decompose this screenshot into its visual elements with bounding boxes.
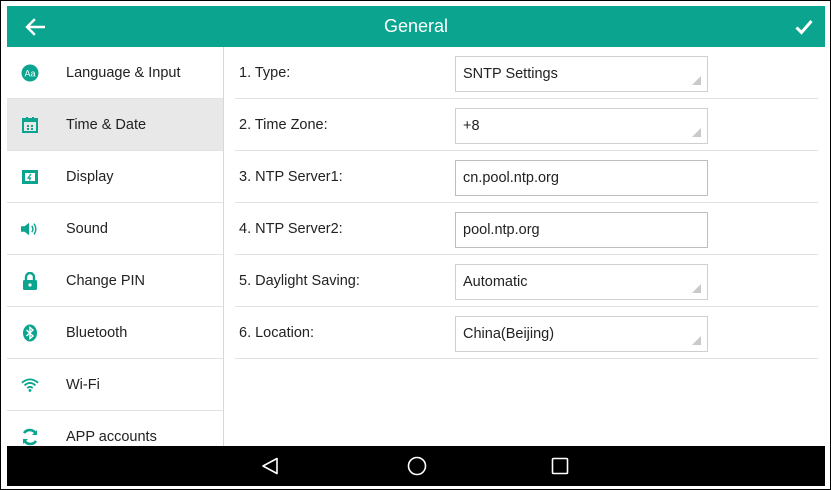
setting-label: 4. NTP Server2: bbox=[239, 221, 343, 237]
settings-sidebar: Aa Language & Input Time & Date Display … bbox=[7, 47, 224, 446]
setting-label: 1. Type: bbox=[239, 65, 291, 81]
dropdown-corner-icon bbox=[692, 284, 701, 293]
display-icon bbox=[21, 168, 39, 186]
settings-panel: 1. Type: SNTP Settings 2. Time Zone: +8 … bbox=[225, 47, 825, 446]
select-value: SNTP Settings bbox=[463, 66, 558, 82]
sidebar-item-change-pin[interactable]: Change PIN bbox=[7, 255, 223, 307]
sidebar-item-label: Time & Date bbox=[66, 116, 147, 133]
select-value: +8 bbox=[463, 118, 480, 134]
sidebar-item-language-input[interactable]: Aa Language & Input bbox=[7, 47, 223, 99]
page-title: General bbox=[383, 16, 449, 36]
sidebar-item-label: Wi-Fi bbox=[66, 376, 100, 393]
system-nav-bar bbox=[7, 446, 825, 486]
sidebar-item-label: Sound bbox=[66, 220, 108, 237]
sidebar-item-label: Change PIN bbox=[66, 272, 145, 289]
checkmark-icon bbox=[795, 19, 813, 35]
dropdown-corner-icon bbox=[692, 128, 701, 137]
location-select[interactable]: China(Beijing) bbox=[455, 316, 708, 352]
setting-row-time-zone: 2. Time Zone: +8 bbox=[235, 99, 818, 151]
time-zone-select[interactable]: +8 bbox=[455, 108, 708, 144]
setting-row-ntp-server1: 3. NTP Server1: cn.pool.ntp.org bbox=[235, 151, 818, 203]
sync-icon bbox=[21, 428, 39, 446]
calendar-icon bbox=[21, 116, 39, 134]
language-icon: Aa bbox=[21, 64, 39, 82]
sidebar-item-label: APP accounts bbox=[66, 428, 157, 445]
bluetooth-icon bbox=[21, 324, 39, 342]
sidebar-item-label: Language & Input bbox=[66, 64, 181, 81]
ntp-server2-input[interactable]: pool.ntp.org bbox=[455, 212, 708, 248]
ntp-server1-input[interactable]: cn.pool.ntp.org bbox=[455, 160, 708, 196]
sidebar-item-wifi[interactable]: Wi-Fi bbox=[7, 359, 223, 411]
setting-row-ntp-server2: 4. NTP Server2: pool.ntp.org bbox=[235, 203, 818, 255]
daylight-saving-select[interactable]: Automatic bbox=[455, 264, 708, 300]
sidebar-item-time-date[interactable]: Time & Date bbox=[7, 99, 223, 151]
setting-label: 5. Daylight Saving: bbox=[239, 273, 360, 289]
setting-row-type: 1. Type: SNTP Settings bbox=[235, 47, 818, 99]
save-button[interactable] bbox=[789, 6, 819, 47]
type-select[interactable]: SNTP Settings bbox=[455, 56, 708, 92]
square-recent-icon bbox=[551, 457, 569, 475]
setting-label: 2. Time Zone: bbox=[239, 117, 328, 133]
nav-recent-button[interactable] bbox=[540, 446, 580, 486]
sidebar-item-app-accounts[interactable]: APP accounts bbox=[7, 411, 223, 446]
sidebar-item-sound[interactable]: Sound bbox=[7, 203, 223, 255]
nav-back-button[interactable] bbox=[250, 446, 290, 486]
speaker-icon bbox=[21, 220, 39, 238]
setting-row-location: 6. Location: China(Beijing) bbox=[235, 307, 818, 359]
sidebar-item-display[interactable]: Display bbox=[7, 151, 223, 203]
nav-home-button[interactable] bbox=[397, 446, 437, 486]
wifi-icon bbox=[21, 376, 39, 394]
sidebar-item-bluetooth[interactable]: Bluetooth bbox=[7, 307, 223, 359]
sidebar-item-label: Bluetooth bbox=[66, 324, 128, 341]
phone-screen: General Aa Language & Input Time & Date … bbox=[0, 0, 831, 490]
setting-label: 6. Location: bbox=[239, 325, 314, 341]
triangle-back-icon bbox=[262, 457, 278, 475]
dropdown-corner-icon bbox=[692, 76, 701, 85]
select-value: Automatic bbox=[463, 274, 528, 290]
setting-label: 3. NTP Server1: bbox=[239, 169, 343, 185]
dropdown-corner-icon bbox=[692, 336, 701, 345]
setting-row-daylight-saving: 5. Daylight Saving: Automatic bbox=[235, 255, 818, 307]
select-value: China(Beijing) bbox=[463, 326, 555, 342]
lock-icon bbox=[21, 271, 39, 290]
input-value: pool.ntp.org bbox=[463, 222, 540, 238]
svg-text:Aa: Aa bbox=[24, 68, 35, 78]
title-bar: General bbox=[7, 6, 825, 47]
input-value: cn.pool.ntp.org bbox=[463, 170, 559, 186]
sidebar-item-label: Display bbox=[66, 168, 114, 185]
circle-home-icon bbox=[407, 456, 427, 476]
